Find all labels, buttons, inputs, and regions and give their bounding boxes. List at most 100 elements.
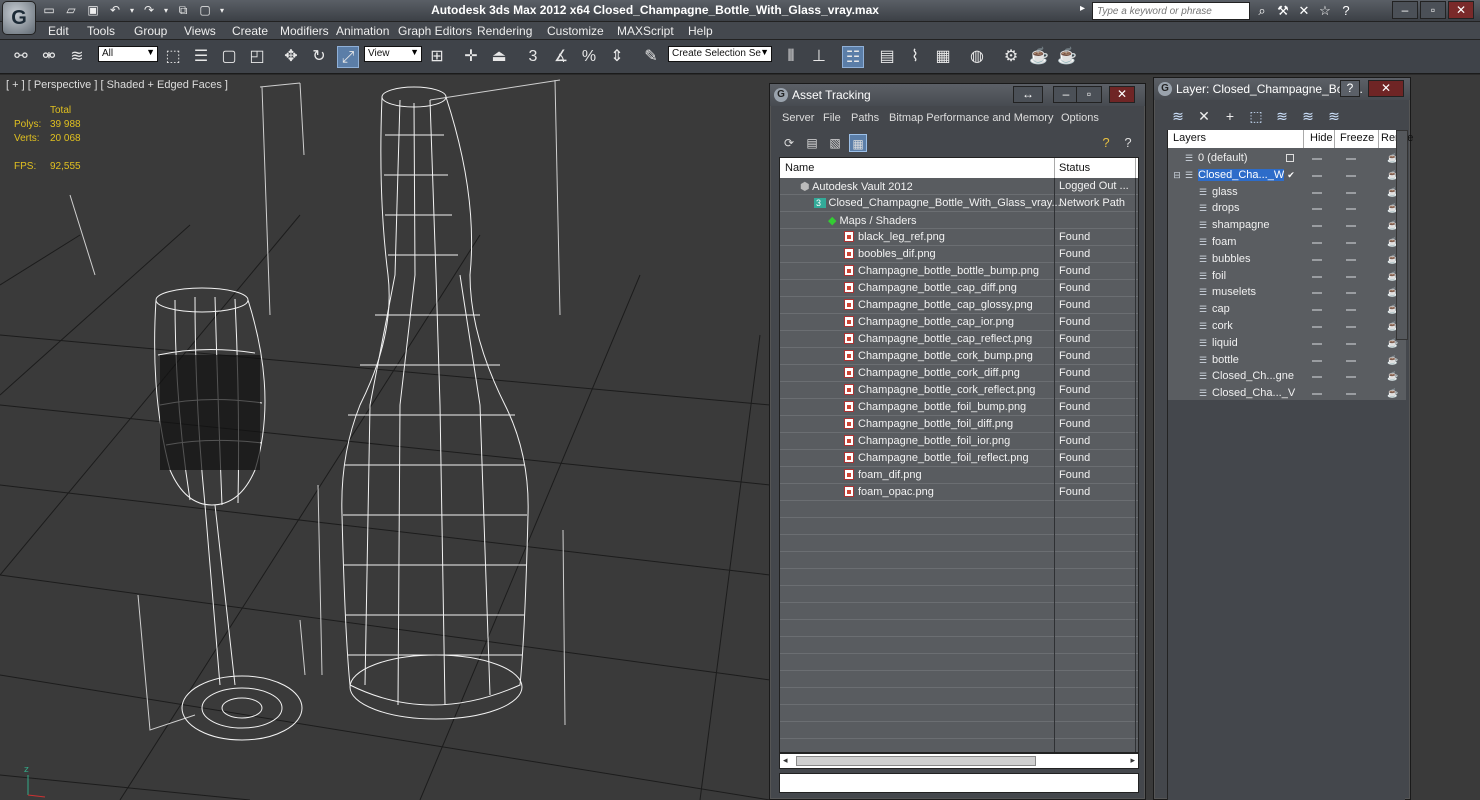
- freeze-toggle[interactable]: [1346, 326, 1356, 328]
- hold-icon[interactable]: ⧉: [174, 2, 192, 19]
- layer-name[interactable]: shampagne: [1212, 219, 1298, 231]
- select-highlighted-icon[interactable]: ⬚: [1246, 106, 1266, 126]
- freeze-toggle[interactable]: [1346, 242, 1356, 244]
- search-input[interactable]: Type a keyword or phrase: [1092, 2, 1250, 20]
- asset-row[interactable]: [780, 637, 1138, 654]
- asset-row[interactable]: Champagne_bottle_cork_diff.png Found: [780, 365, 1138, 382]
- asset-row[interactable]: Champagne_bottle_cap_ior.png Found: [780, 314, 1138, 331]
- freeze-toggle[interactable]: [1346, 359, 1356, 362]
- layer-row[interactable]: ☰ shampagne ☕: [1168, 217, 1406, 234]
- select-by-name-icon[interactable]: ☰: [190, 46, 212, 68]
- current-layer-check-icon[interactable]: ✔: [1286, 170, 1296, 180]
- layer-name[interactable]: cork: [1212, 320, 1298, 332]
- hide-toggle[interactable]: [1312, 292, 1322, 295]
- asset-row[interactable]: [780, 739, 1138, 752]
- asset-menu-paths[interactable]: Paths: [851, 112, 879, 124]
- asset-dock-button[interactable]: ↔: [1013, 86, 1043, 103]
- hide-toggle[interactable]: [1312, 174, 1322, 177]
- layer-row[interactable]: ☰ drops ☕: [1168, 200, 1406, 217]
- hide-toggle[interactable]: [1312, 326, 1322, 328]
- asset-column-status[interactable]: Status: [1059, 162, 1090, 174]
- asset-row[interactable]: Champagne_bottle_foil_reflect.png Found: [780, 450, 1138, 467]
- freeze-toggle[interactable]: [1346, 376, 1356, 379]
- binoculars-icon[interactable]: ⌕: [1254, 2, 1270, 19]
- asset-menu-file[interactable]: File: [823, 112, 841, 124]
- menu-maxscript[interactable]: MAXScript: [617, 24, 674, 38]
- freeze-toggle[interactable]: [1346, 174, 1356, 177]
- freeze-toggle[interactable]: [1346, 292, 1356, 295]
- open-file-icon[interactable]: ▱: [62, 2, 80, 19]
- menu-create[interactable]: Create: [232, 24, 268, 38]
- asset-row[interactable]: [780, 552, 1138, 569]
- align-icon[interactable]: ⊥: [808, 46, 830, 68]
- hide-all-layers-icon[interactable]: ≋: [1298, 106, 1318, 126]
- asset-row[interactable]: [780, 654, 1138, 671]
- asset-column-name[interactable]: Name: [785, 162, 814, 174]
- layer-row[interactable]: ☰ foam ☕: [1168, 234, 1406, 251]
- asset-maximize-button[interactable]: ▫: [1076, 86, 1102, 103]
- layer-name[interactable]: Closed_Ch...gne: [1212, 370, 1298, 382]
- layer-name[interactable]: bottle: [1212, 354, 1298, 366]
- thumbnail-view-icon[interactable]: ▧: [826, 134, 844, 152]
- asset-row[interactable]: ⬢ Autodesk Vault 2012 Logged Out ...: [780, 178, 1138, 195]
- freeze-toggle[interactable]: [1346, 275, 1356, 278]
- title-expand-icon[interactable]: ▸: [1080, 3, 1085, 14]
- hide-toggle[interactable]: [1312, 309, 1322, 312]
- asset-row[interactable]: foam_opac.png Found: [780, 484, 1138, 501]
- layer-name[interactable]: glass: [1212, 186, 1298, 198]
- hide-toggle[interactable]: [1312, 258, 1322, 261]
- asset-menu-bitmap-performance[interactable]: Bitmap Performance and Memory: [889, 112, 1053, 124]
- qat-customize-icon[interactable]: ▾: [218, 2, 226, 19]
- layer-row[interactable]: ☰ bubbles ☕: [1168, 251, 1406, 268]
- asset-row[interactable]: Champagne_bottle_cap_diff.png Found: [780, 280, 1138, 297]
- asset-horizontal-scrollbar[interactable]: ◂ ▸: [779, 753, 1139, 769]
- maximize-button[interactable]: ▫: [1420, 1, 1446, 19]
- list-view-icon[interactable]: ▤: [803, 134, 821, 152]
- pivot-center-icon[interactable]: ⊞: [426, 46, 448, 68]
- layer-help-button[interactable]: ?: [1340, 80, 1360, 97]
- freeze-toggle[interactable]: [1346, 342, 1356, 345]
- save-icon[interactable]: ▣: [84, 2, 102, 19]
- move-icon[interactable]: ✥: [280, 46, 302, 68]
- favorites-star-icon[interactable]: ☆: [1317, 2, 1333, 19]
- delete-layer-icon[interactable]: ✕: [1194, 106, 1214, 126]
- rect-region-icon[interactable]: ▢: [218, 46, 240, 68]
- minimize-button[interactable]: –: [1392, 1, 1418, 19]
- asset-row[interactable]: ◆ Maps / Shaders: [780, 212, 1138, 229]
- spinner-snap-icon[interactable]: ⇕: [606, 46, 628, 68]
- curve-editor-icon[interactable]: ⌇: [904, 46, 926, 68]
- close-button[interactable]: ✕: [1448, 1, 1474, 19]
- asset-row[interactable]: 3 Closed_Champagne_Bottle_With_Glass_vra…: [780, 195, 1138, 212]
- selection-filter-dropdown[interactable]: All ▼: [98, 46, 158, 62]
- layer-name[interactable]: foam: [1212, 236, 1298, 248]
- freeze-toggle[interactable]: [1346, 191, 1356, 194]
- asset-row[interactable]: [780, 501, 1138, 518]
- layer-row[interactable]: ⊟☰Closed_Cha..._With✔☕: [1168, 167, 1406, 184]
- scroll-thumb[interactable]: [796, 756, 1036, 766]
- layer-row[interactable]: ☰ liquid ☕: [1168, 335, 1406, 352]
- asset-row[interactable]: boobles_dif.png Found: [780, 246, 1138, 263]
- freeze-all-layers-icon[interactable]: ≋: [1324, 106, 1344, 126]
- hide-toggle[interactable]: [1312, 342, 1322, 345]
- layer-row[interactable]: ☰ cap ☕: [1168, 301, 1406, 318]
- add-to-layer-icon[interactable]: +: [1220, 106, 1240, 126]
- menu-views[interactable]: Views: [184, 24, 216, 38]
- scroll-left-icon[interactable]: ◂: [783, 755, 788, 766]
- percent-snap-icon[interactable]: %: [578, 46, 600, 68]
- layer-column-hide[interactable]: Hide: [1310, 132, 1333, 144]
- layer-name[interactable]: liquid: [1212, 337, 1298, 349]
- collapse-icon[interactable]: ⊟: [1172, 170, 1182, 180]
- scroll-right-icon[interactable]: ▸: [1130, 755, 1135, 766]
- freeze-toggle[interactable]: [1346, 393, 1356, 396]
- select-object-icon[interactable]: ⬚: [162, 46, 184, 68]
- angle-snap-icon[interactable]: ∡: [550, 46, 572, 68]
- asset-row[interactable]: Champagne_bottle_cork_reflect.png Found: [780, 382, 1138, 399]
- communication-icon[interactable]: ✕: [1296, 2, 1312, 19]
- asset-row[interactable]: Champagne_bottle_cap_reflect.png Found: [780, 331, 1138, 348]
- asset-row[interactable]: Champagne_bottle_foil_bump.png Found: [780, 399, 1138, 416]
- freeze-toggle[interactable]: [1346, 258, 1356, 261]
- layer-manager-icon[interactable]: ☷: [842, 46, 864, 68]
- asset-row[interactable]: [780, 586, 1138, 603]
- hide-toggle[interactable]: [1312, 275, 1322, 278]
- hide-toggle[interactable]: [1312, 225, 1322, 228]
